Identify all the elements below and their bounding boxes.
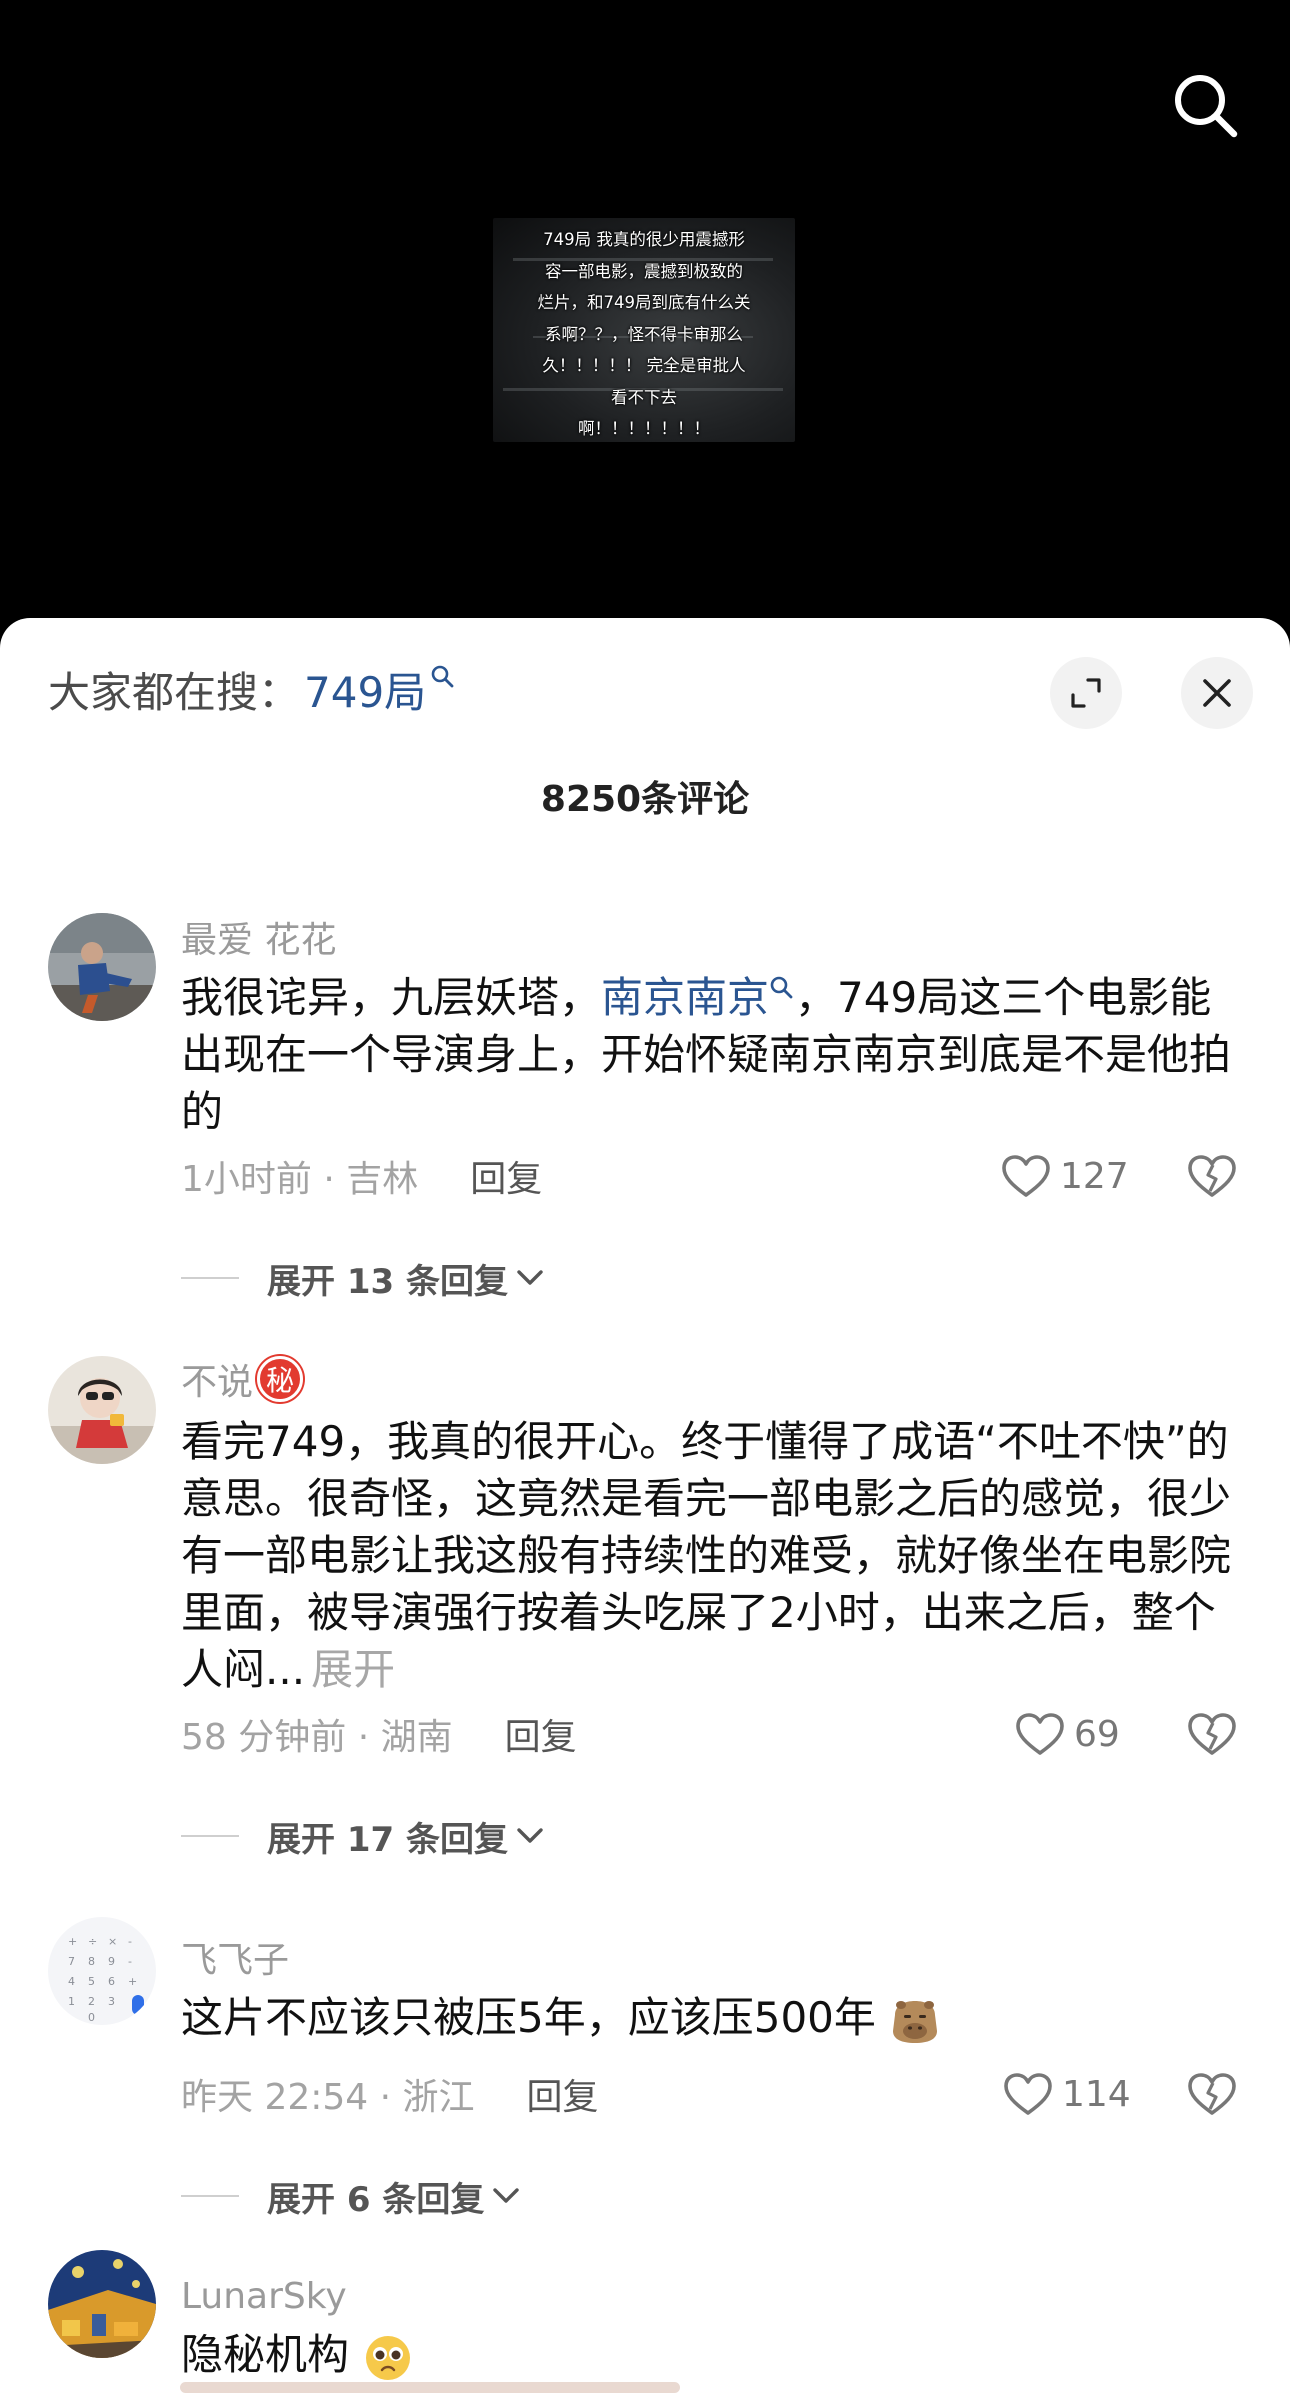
svg-text:5: 5 <box>88 1975 95 1988</box>
svg-text:+: + <box>68 1935 77 1948</box>
svg-text:8: 8 <box>88 1955 95 1968</box>
heart-icon <box>1002 1155 1050 1197</box>
expand-replies-label: 展开 6 条回复 <box>267 2179 485 2220</box>
expand-text-button[interactable]: 展开 <box>311 1645 395 1694</box>
svg-text:6: 6 <box>108 1975 115 1988</box>
svg-text:1: 1 <box>68 1995 75 2008</box>
video-player[interactable]: 749局 我真的很少用震撼形 容一部电影，震撼到极致的 烂片，和749局到底有什… <box>0 0 1290 620</box>
avatar[interactable] <box>48 913 156 1021</box>
fullscreen-button[interactable] <box>1050 657 1122 729</box>
divider <box>181 1835 239 1837</box>
expand-replies-button[interactable]: 展开 13 条回复 <box>181 1255 546 1302</box>
svg-text:3: 3 <box>108 1995 115 2008</box>
comment-count: 8250条评论 <box>540 779 750 820</box>
capybara-emoji-icon <box>893 2000 938 2043</box>
like-button[interactable]: 114 <box>1002 2071 1131 2117</box>
like-count: 69 <box>1074 1713 1120 1755</box>
username[interactable]: 飞飞子 <box>181 1934 289 1981</box>
like-button[interactable]: 127 <box>1000 1153 1129 1199</box>
comment-meta: 1小时前 · 吉林 回复 <box>181 1150 542 1202</box>
hot-search-prefix: 大家都在搜： <box>48 667 301 717</box>
avatar[interactable] <box>48 1356 156 1464</box>
like-button[interactable]: 69 <box>1014 1711 1120 1757</box>
comment-text-part: 我很诧异，九层妖塔， <box>181 973 602 1022</box>
time-location: 昨天 22:54 · 浙江 <box>181 2077 475 2118</box>
hot-search-term[interactable]: 749局 <box>304 659 426 720</box>
divider <box>181 1277 239 1279</box>
comment-text-part: 这片不应该只被压5年，应该压500年 <box>181 1993 876 2042</box>
expand-replies-label: 展开 17 条回复 <box>267 1819 508 1860</box>
reply-button[interactable]: 回复 <box>470 1150 542 1202</box>
comment-text-part: 隐秘机构 <box>181 2330 350 2379</box>
video-caption: 749局 我真的很少用震撼形 容一部电影，震撼到极致的 烂片，和749局到底有什… <box>537 230 751 438</box>
reply-button[interactable]: 回复 <box>505 1708 577 1760</box>
video-thumbnail: 749局 我真的很少用震撼形 容一部电影，震撼到极致的 烂片，和749局到底有什… <box>493 218 795 442</box>
comment-meta: 昨天 22:54 · 浙江 回复 <box>181 2068 599 2120</box>
username-row: 不说 秘 <box>181 1353 304 1405</box>
divider <box>181 2195 239 2197</box>
like-count: 127 <box>1060 1155 1129 1197</box>
svg-text:÷: ÷ <box>88 1935 97 1948</box>
heart-icon <box>1004 2073 1052 2115</box>
chevron-down-icon <box>517 1270 543 1285</box>
svg-text:-: - <box>128 1935 132 1948</box>
like-count: 114 <box>1062 2073 1131 2115</box>
username[interactable]: 最爱 花花 <box>181 914 336 961</box>
comment-meta: 58 分钟前 · 湖南 回复 <box>181 1708 577 1760</box>
search-icon <box>1175 75 1238 138</box>
pleading-face-emoji-icon <box>366 2335 411 2380</box>
svg-text:2: 2 <box>88 1995 95 2008</box>
svg-text:4: 4 <box>68 1975 75 1988</box>
comment-sheet: 大家都在搜： 749局 8250条评论 最爱 花花 我很诧异，九层妖塔，南京南京… <box>0 618 1290 2393</box>
search-button[interactable] <box>1170 70 1242 142</box>
dislike-icon[interactable] <box>1186 1153 1238 1199</box>
comment-text: 我很诧异，九层妖塔，南京南京 ，749局这三个电影能出现在一个导演身上，开始怀疑南… <box>181 969 1251 1140</box>
close-button[interactable] <box>1181 657 1253 729</box>
secret-badge: 秘 <box>257 1356 304 1402</box>
heart-icon <box>1016 1713 1064 1755</box>
svg-text:0: 0 <box>88 2011 95 2024</box>
expand-replies-label: 展开 13 条回复 <box>267 1261 508 1302</box>
avatar[interactable] <box>48 2250 156 2358</box>
hot-search-bar[interactable]: 大家都在搜： 749局 <box>48 662 456 717</box>
dislike-icon[interactable] <box>1186 2071 1238 2117</box>
avatar[interactable]: + ÷ × - 789- 4 5 6 + 123 0 <box>48 1917 156 2025</box>
svg-text:9: 9 <box>108 1955 115 1968</box>
svg-text:×: × <box>108 1935 117 1948</box>
username[interactable]: 不说 <box>181 1353 253 1405</box>
time-location: 58 分钟前 · 湖南 <box>181 1717 453 1758</box>
comment-text: 看完749，我真的很开心。终于懂得了成语“不吐不快”的意思。很奇怪，这竟然是看完… <box>181 1413 1251 1698</box>
username[interactable]: LunarSky <box>181 2273 347 2319</box>
svg-text:7: 7 <box>68 1955 75 1968</box>
search-small-icon <box>770 976 793 999</box>
search-link[interactable]: 南京南京 <box>601 973 769 1022</box>
close-icon <box>1203 679 1231 707</box>
svg-text:-: - <box>128 1955 132 1968</box>
search-small-icon <box>431 665 454 688</box>
svg-text:+: + <box>128 1975 137 1988</box>
chevron-down-icon <box>493 2188 520 2203</box>
scroll-indicator <box>180 2382 680 2393</box>
comment-text: 隐秘机构 <box>181 2326 1251 2384</box>
chevron-down-icon <box>517 1828 543 1843</box>
comment-text: 这片不应该只被压5年，应该压500年 <box>181 1989 1251 2047</box>
expand-icon <box>1071 678 1101 708</box>
expand-replies-button[interactable]: 展开 17 条回复 <box>181 1813 546 1860</box>
time-location: 1小时前 · 吉林 <box>181 1159 419 1200</box>
expand-replies-button[interactable]: 展开 6 条回复 <box>181 2173 522 2220</box>
dislike-icon[interactable] <box>1186 1711 1238 1757</box>
reply-button[interactable]: 回复 <box>527 2068 599 2120</box>
